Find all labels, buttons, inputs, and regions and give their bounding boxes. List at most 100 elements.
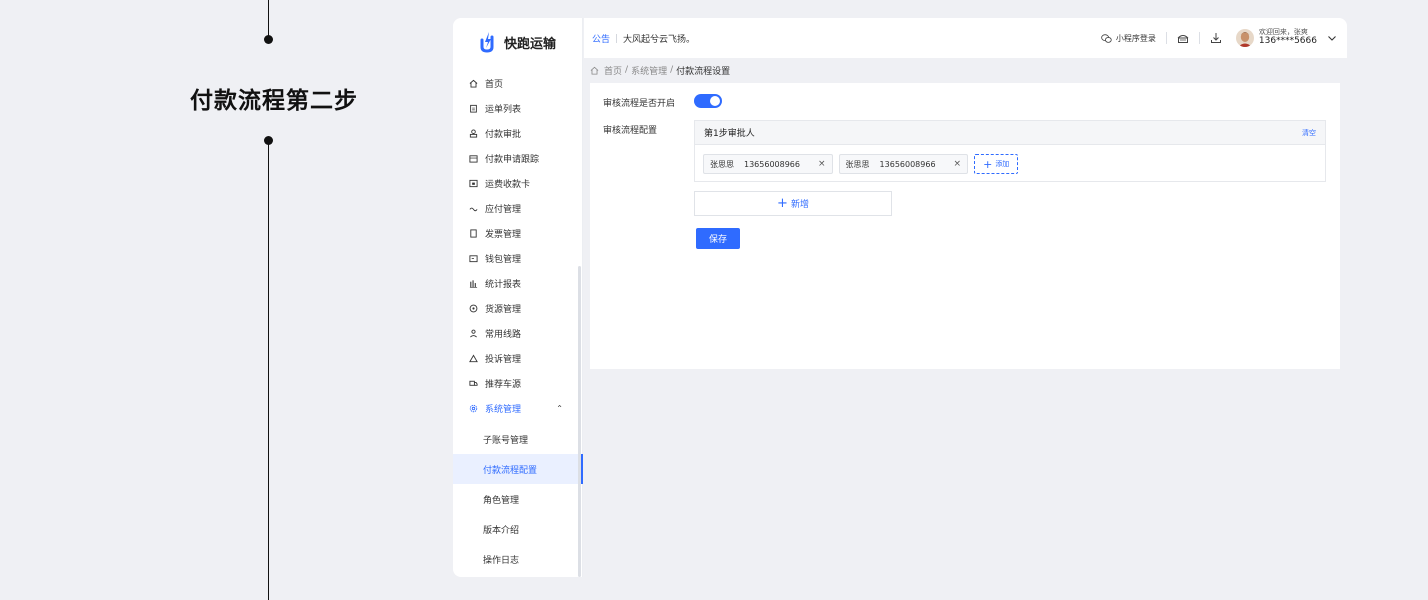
sidebar: 快跑运输 首页运单列表付款审批付款申请跟踪 运费收款卡应付管理发票管理钱包管理统计… (453, 18, 583, 577)
app-window: 快跑运输 首页运单列表付款审批付款申请跟踪 运费收款卡应付管理发票管理钱包管理统计… (453, 18, 1347, 577)
sidebar-item[interactable]: 推荐车源 (453, 371, 583, 396)
mini-program-login[interactable]: 小程序登录 (1101, 33, 1156, 44)
sidebar-scrollbar[interactable] (578, 266, 581, 577)
sidebar-item-label: 应付管理 (485, 205, 522, 215)
sidebar-item[interactable]: 付款申请跟踪 (453, 146, 583, 171)
breadcrumb-separator: / (670, 65, 674, 75)
divider (616, 33, 618, 43)
timeline-line-bottom (268, 140, 269, 600)
mini-program-label: 小程序登录 (1115, 33, 1156, 43)
approver-name: 张思思 (710, 159, 734, 169)
sidebar-item[interactable]: 货源管理 (453, 296, 583, 321)
user-phone: 136****5666 (1258, 35, 1317, 46)
user-info[interactable]: 欢迎回来，张爽 136****5666 (1259, 29, 1317, 47)
add-label: 添加 (995, 160, 1010, 168)
logo[interactable]: 快跑运输 (479, 30, 556, 54)
sidebar-item-label: 钱包管理 (485, 255, 522, 265)
clear-button[interactable]: 清空 (1302, 128, 1316, 138)
route-icon (469, 329, 478, 338)
add-step-button[interactable]: + 新增 (694, 191, 892, 216)
sidebar-item-label: 常用线路 (485, 330, 522, 340)
sidebar-subitem[interactable]: 操作日志 (453, 544, 583, 574)
invoice-icon (469, 229, 478, 238)
close-icon[interactable]: × (954, 159, 962, 169)
step-title: 付款流程第二步 (190, 88, 358, 114)
calendar-icon (469, 154, 478, 163)
breadcrumb-separator: / (625, 65, 629, 75)
sidebar-item[interactable]: 系统管理 ⌃ (453, 396, 583, 421)
timeline-dot-top (264, 35, 273, 44)
approver-list: 张思思 13656008966 × 张思思 13656008966 × + 添加 (695, 145, 1325, 183)
home-icon (469, 79, 478, 88)
bar-chart-icon (469, 279, 478, 288)
sidebar-item[interactable]: 统计报表 (453, 271, 583, 296)
breadcrumb-parent[interactable]: 系统管理 (631, 64, 667, 77)
breadcrumb-home[interactable]: 首页 (604, 64, 622, 77)
notice-tag[interactable]: 公告 (592, 32, 610, 45)
breadcrumb-current: 付款流程设置 (676, 66, 731, 77)
customer-service-icon[interactable] (1177, 32, 1189, 44)
sidebar-item-label: 运费收款卡 (485, 180, 531, 190)
approver-config-box: 第1步审批人 清空 张思思 13656008966 × 张思思 13656008… (694, 120, 1326, 182)
approver-tag: 张思思 13656008966 × (838, 154, 969, 174)
close-icon[interactable]: × (818, 159, 826, 169)
wechat-icon (1101, 33, 1112, 43)
breadcrumb: 首页 / 系统管理 / 付款流程设置 (590, 63, 730, 77)
divider (1165, 32, 1167, 44)
chevron-up-icon: ⌃ (556, 404, 563, 413)
wallet-icon (469, 204, 478, 213)
chevron-down-icon[interactable] (1327, 33, 1337, 43)
card-icon (469, 179, 478, 188)
clipboard-icon (469, 104, 478, 113)
sidebar-item-label: 推荐车源 (485, 380, 522, 390)
sidebar-item-label: 系统管理 (485, 405, 522, 415)
sidebar-item-label: 付款审批 (485, 130, 522, 140)
download-icon[interactable] (1210, 32, 1222, 44)
add-approver-button[interactable]: + 添加 (974, 154, 1019, 174)
avatar[interactable] (1235, 29, 1254, 47)
home-icon[interactable] (590, 66, 599, 75)
sidebar-item[interactable]: 运单列表 (453, 96, 583, 121)
config-header: 第1步审批人 清空 (695, 121, 1325, 145)
save-button[interactable]: 保存 (696, 228, 740, 249)
stamp-icon (469, 129, 478, 138)
logo-icon (480, 32, 494, 53)
top-header: 公告 大风起兮云飞扬。 小程序登录 欢迎回来，张爽 136****5666 (584, 18, 1347, 58)
sidebar-item[interactable]: 发票管理 (453, 221, 583, 246)
sidebar-item-label: 统计报表 (485, 280, 522, 290)
sidebar-subitem[interactable]: 子账号管理 (453, 424, 583, 454)
approver-name: 张思思 (845, 159, 870, 169)
purse-icon (469, 254, 478, 263)
approver-phone: 13656008966 (879, 159, 936, 169)
sidebar-nav: 首页运单列表付款审批付款申请跟踪 运费收款卡应付管理发票管理钱包管理统计报表货源管… (453, 71, 583, 574)
timeline-line-top (268, 0, 269, 39)
sidebar-item[interactable]: 应付管理 (453, 196, 583, 221)
settings-icon (469, 404, 478, 413)
approver-phone: 13656008966 (744, 159, 800, 169)
sidebar-item[interactable]: 运费收款卡 (453, 171, 583, 196)
complaint-icon (469, 354, 478, 363)
notice-text: 大风起兮云飞扬。 (623, 34, 696, 45)
sidebar-item-label: 付款申请跟踪 (485, 155, 540, 165)
sidebar-item[interactable]: 钱包管理 (453, 246, 583, 271)
sidebar-subitem[interactable]: 版本介绍 (453, 514, 583, 544)
cargo-icon (469, 304, 478, 313)
sidebar-item[interactable]: 常用线路 (453, 321, 583, 346)
header-actions: 小程序登录 欢迎回来，张爽 136****5666 (1101, 18, 1347, 58)
sidebar-item[interactable]: 首页 (453, 71, 583, 96)
approval-switch[interactable] (694, 94, 722, 108)
sidebar-item-label: 发票管理 (485, 230, 522, 240)
sidebar-item[interactable]: 投诉管理 (453, 346, 583, 371)
sidebar-item-label: 货源管理 (485, 305, 522, 315)
app-name: 快跑运输 (504, 36, 557, 52)
truck-icon (469, 379, 478, 388)
sidebar-item[interactable]: 付款审批 (453, 121, 583, 146)
sidebar-item-label: 首页 (485, 80, 504, 90)
sidebar-subitem[interactable]: 角色管理 (453, 484, 583, 514)
plus-icon: + (983, 157, 993, 171)
switch-label: 审核流程是否开启 (603, 99, 676, 109)
plus-icon: + (777, 196, 788, 211)
settings-panel: 审核流程是否开启 审核流程配置 第1步审批人 清空 张思思 1365600896… (590, 83, 1340, 369)
config-label: 审核流程配置 (603, 126, 658, 136)
sidebar-subitem[interactable]: 付款流程配置 (453, 454, 583, 484)
